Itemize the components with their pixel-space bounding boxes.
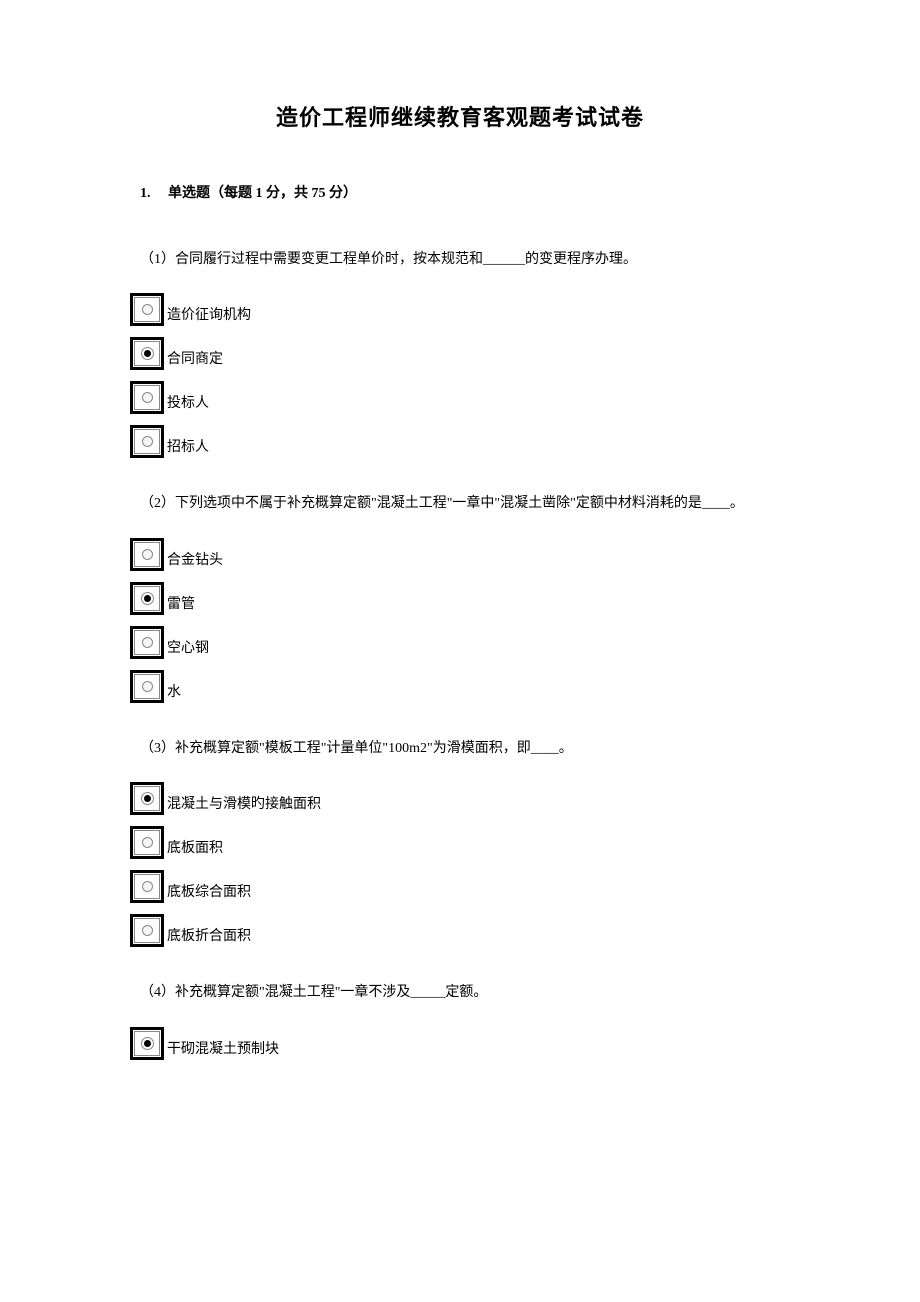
- question-text: （3）补充概算定额"模板工程"计量单位"100m2"为滑模面积，即____。: [130, 731, 790, 767]
- radio-box-inner: [134, 630, 160, 655]
- radio-box-inner: [134, 674, 160, 699]
- option-label: 合同商定: [167, 348, 223, 370]
- radio-box[interactable]: [130, 626, 164, 659]
- option-row[interactable]: 干砌混凝土预制块: [130, 1024, 790, 1060]
- radio-box-inner: [134, 385, 160, 410]
- option-row[interactable]: 混凝土与滑模旳接触面积: [130, 779, 790, 815]
- option-row[interactable]: 造价征询机构: [130, 290, 790, 326]
- radio-unselected-icon: [142, 925, 153, 936]
- radio-selected-icon: [144, 595, 151, 602]
- question-block: （2）下列选项中不属于补充概算定额"混凝土工程"一章中"混凝土凿除"定额中材料消…: [130, 486, 790, 702]
- question-text: （1）合同履行过程中需要变更工程单价时，按本规范和______的变更程序办理。: [130, 242, 790, 278]
- question-block: （4）补充概算定额"混凝土工程"一章不涉及_____定额。干砌混凝土预制块: [130, 975, 790, 1059]
- section-header: 1. 单选题（每题 1 分，共 75 分）: [130, 182, 790, 202]
- radio-unselected-icon: [142, 837, 153, 848]
- option-row[interactable]: 底板综合面积: [130, 867, 790, 903]
- option-label: 招标人: [167, 436, 209, 458]
- radio-unselected-icon: [142, 681, 153, 692]
- radio-selected-icon: [144, 1040, 151, 1047]
- option-label: 底板面积: [167, 837, 223, 859]
- option-row[interactable]: 合金钻头: [130, 535, 790, 571]
- radio-unselected-icon: [142, 549, 153, 560]
- radio-box-inner: [134, 786, 160, 811]
- questions-container: （1）合同履行过程中需要变更工程单价时，按本规范和______的变更程序办理。造…: [130, 242, 790, 1060]
- radio-box[interactable]: [130, 1027, 164, 1060]
- radio-box[interactable]: [130, 381, 164, 414]
- radio-box-inner: [134, 830, 160, 855]
- radio-box-inner: [134, 297, 160, 322]
- option-row[interactable]: 招标人: [130, 422, 790, 458]
- option-row[interactable]: 底板折合面积: [130, 911, 790, 947]
- option-row[interactable]: 空心钢: [130, 623, 790, 659]
- option-label: 混凝土与滑模旳接触面积: [167, 793, 321, 815]
- radio-box[interactable]: [130, 337, 164, 370]
- radio-unselected-icon: [142, 881, 153, 892]
- option-label: 干砌混凝土预制块: [167, 1038, 279, 1060]
- radio-box[interactable]: [130, 782, 164, 815]
- question-block: （1）合同履行过程中需要变更工程单价时，按本规范和______的变更程序办理。造…: [130, 242, 790, 458]
- question-text: （4）补充概算定额"混凝土工程"一章不涉及_____定额。: [130, 975, 790, 1011]
- radio-box[interactable]: [130, 826, 164, 859]
- radio-box-inner: [134, 542, 160, 567]
- option-row[interactable]: 雷管: [130, 579, 790, 615]
- radio-box[interactable]: [130, 914, 164, 947]
- option-label: 水: [167, 681, 181, 703]
- question-text: （2）下列选项中不属于补充概算定额"混凝土工程"一章中"混凝土凿除"定额中材料消…: [130, 486, 790, 522]
- radio-unselected-icon: [142, 637, 153, 648]
- section-label: 单选题（每题 1 分，共 75 分）: [168, 186, 357, 201]
- option-row[interactable]: 水: [130, 667, 790, 703]
- radio-box[interactable]: [130, 670, 164, 703]
- option-label: 底板综合面积: [167, 881, 251, 903]
- radio-box-inner: [134, 429, 160, 454]
- radio-box-inner: [134, 874, 160, 899]
- option-label: 投标人: [167, 392, 209, 414]
- option-label: 空心钢: [167, 637, 209, 659]
- radio-box-inner: [134, 918, 160, 943]
- radio-unselected-icon: [142, 304, 153, 315]
- page-title: 造价工程师继续教育客观题考试试卷: [130, 100, 790, 132]
- exam-page: 造价工程师继续教育客观题考试试卷 1. 单选题（每题 1 分，共 75 分） （…: [0, 0, 920, 1148]
- radio-box-inner: [134, 341, 160, 366]
- radio-unselected-icon: [142, 436, 153, 447]
- option-row[interactable]: 合同商定: [130, 334, 790, 370]
- option-label: 造价征询机构: [167, 304, 251, 326]
- radio-unselected-icon: [142, 392, 153, 403]
- radio-box[interactable]: [130, 293, 164, 326]
- radio-selected-icon: [144, 795, 151, 802]
- option-row[interactable]: 投标人: [130, 378, 790, 414]
- option-row[interactable]: 底板面积: [130, 823, 790, 859]
- radio-box-inner: [134, 586, 160, 611]
- section-number: 1.: [140, 186, 151, 201]
- option-label: 合金钻头: [167, 549, 223, 571]
- radio-box[interactable]: [130, 582, 164, 615]
- option-label: 雷管: [167, 593, 195, 615]
- radio-selected-icon: [144, 350, 151, 357]
- radio-box-inner: [134, 1031, 160, 1056]
- question-block: （3）补充概算定额"模板工程"计量单位"100m2"为滑模面积，即____。混凝…: [130, 731, 790, 947]
- option-label: 底板折合面积: [167, 925, 251, 947]
- radio-box[interactable]: [130, 425, 164, 458]
- radio-box[interactable]: [130, 870, 164, 903]
- radio-box[interactable]: [130, 538, 164, 571]
